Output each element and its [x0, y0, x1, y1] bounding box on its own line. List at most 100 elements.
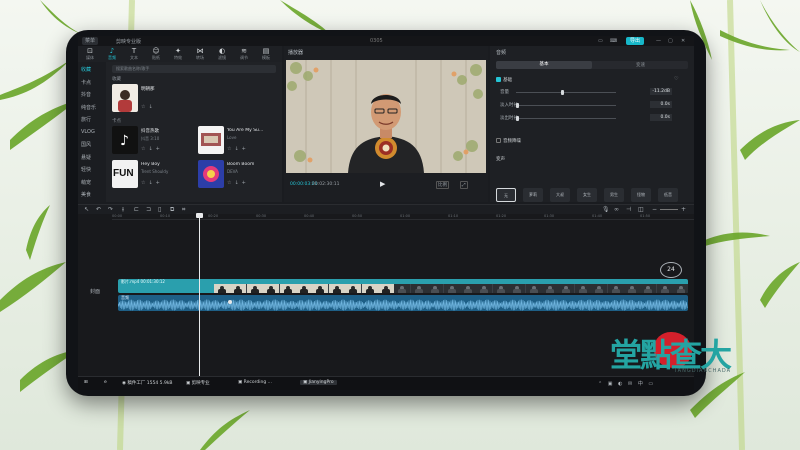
mic-icon[interactable]: 🎙	[602, 206, 610, 213]
voice-effect[interactable]: 男生	[604, 188, 624, 202]
minimize-icon[interactable]: —	[656, 38, 661, 44]
clip-frame	[525, 284, 542, 293]
delete-icon[interactable]: ▯	[158, 206, 161, 213]
tab-filter[interactable]: ◐ 滤镜	[214, 47, 230, 61]
search-input[interactable]: 搜索歌曲名称/歌手	[112, 65, 276, 73]
sidebar-item[interactable]: 卡点	[81, 79, 91, 86]
card-actions[interactable]: ☆↓+	[227, 146, 249, 152]
video-clip[interactable]: 影片.mp4 00:01:30:12	[118, 279, 688, 293]
start-taskbar-item[interactable]: ⊞	[84, 380, 88, 385]
sidebar-item[interactable]: 旅行	[81, 116, 91, 123]
tab-transition[interactable]: ⋈ 转场	[192, 47, 208, 61]
music-subtitle: 抖音 3:10	[141, 136, 160, 141]
split-left-icon[interactable]: ⊏	[134, 206, 139, 213]
param-slider[interactable]	[516, 92, 616, 93]
sidebar-item[interactable]: 国风	[81, 141, 91, 148]
video-preview[interactable]	[286, 60, 486, 173]
voice-effect[interactable]: 低音	[658, 188, 678, 202]
keyframe-marker[interactable]	[228, 300, 232, 304]
music-library: 搜索歌曲名称/歌手 收藏 明朝那 ☆↓ 卡点 ♪ 抖音热歌 抖音 3:10 ☆↓…	[106, 62, 282, 202]
checkbox-icon	[496, 138, 501, 143]
sidebar-item[interactable]: 抖音	[81, 91, 91, 98]
tab-basic[interactable]: 基本	[496, 61, 592, 69]
sidebar-item[interactable]: 悬疑	[81, 154, 91, 161]
capcut-taskbar-item[interactable]: ▣ 剪映专业	[186, 380, 210, 386]
clip-frame	[378, 284, 394, 293]
slider-knob[interactable]	[516, 115, 519, 121]
cover-label[interactable]: 封面	[90, 288, 100, 295]
tab-label: 转场	[196, 55, 204, 60]
play-icon[interactable]: ▶	[380, 180, 385, 188]
card-actions[interactable]: ☆↓	[141, 104, 156, 110]
card-actions[interactable]: ☆↓+	[141, 180, 163, 186]
zoom-slider[interactable]	[660, 209, 678, 210]
close-icon[interactable]: ✕	[681, 38, 685, 44]
tiktok-icon: ♪	[112, 126, 138, 154]
sidebar-item[interactable]: 轻快	[81, 166, 91, 173]
audio-clip[interactable]: 音频	[118, 295, 688, 311]
param-slider[interactable]	[516, 105, 616, 106]
param-slider[interactable]	[516, 118, 616, 119]
link-icon[interactable]: ∞	[614, 206, 619, 213]
preview-axis-icon[interactable]: ◫	[638, 206, 644, 213]
ruler-tick: 00:10	[160, 214, 171, 218]
denoise-toggle[interactable]: 音频降噪	[496, 138, 521, 144]
recording-taskbar-item[interactable]: ▣ Recording ...	[238, 380, 272, 385]
folder-taskbar-item[interactable]: ◉ 稿件工厂 1554 5.9kB	[122, 380, 173, 386]
tab-sticker[interactable]: ☺ 贴纸	[148, 47, 164, 61]
feature-toolbar: ⊡ 媒体 ♪ 音频 T 文本 ☺ 贴纸 ✦ 特效 ⋈ 转场 ◐ 滤镜 ≋ 调节 ▤ 模板	[78, 46, 282, 62]
tab-speed[interactable]: 变速	[636, 62, 645, 68]
music-subtitle: Love	[227, 135, 237, 140]
split-icon[interactable]: ⫲	[122, 206, 124, 214]
param-value[interactable]: 0.0s	[650, 114, 672, 121]
zoom-in-icon[interactable]: +	[681, 206, 686, 213]
menu-button[interactable]: 菜单	[82, 37, 99, 45]
edge-taskbar-item[interactable]: e	[104, 380, 107, 385]
voice-effect[interactable]: 萝莉	[523, 188, 543, 202]
sidebar-item[interactable]: 萌宠	[81, 179, 91, 186]
select-icon[interactable]: ↖	[84, 206, 89, 213]
playhead[interactable]	[196, 213, 204, 376]
ratio-button[interactable]: 比例	[436, 181, 449, 189]
playhead-handle[interactable]	[196, 213, 204, 218]
slider-knob[interactable]	[516, 102, 519, 108]
tab-template[interactable]: ▤ 模板	[258, 47, 274, 61]
sidebar-item[interactable]: 收藏	[81, 66, 91, 73]
freeze-icon[interactable]: ⧉	[170, 206, 174, 214]
param-value[interactable]: -11.2dB	[650, 88, 672, 95]
card-actions[interactable]: ☆↓+	[227, 180, 249, 186]
reset-icon[interactable]: ♡	[674, 76, 678, 82]
shortcut-icon[interactable]: ⌨	[610, 38, 617, 44]
undo-icon[interactable]: ↶	[96, 206, 101, 213]
redo-icon[interactable]: ↷	[108, 206, 113, 213]
voice-effect[interactable]: 女生	[577, 188, 597, 202]
clip-frame	[558, 284, 575, 293]
tab-effects[interactable]: ✦ 特效	[170, 47, 186, 61]
param-value[interactable]: 0.0s	[650, 101, 672, 108]
crop-icon[interactable]: ⌗	[182, 206, 185, 214]
voice-effect[interactable]: 大叔	[550, 188, 570, 202]
sidebar-item[interactable]: VLOG	[81, 129, 95, 135]
export-button[interactable]: 导出	[626, 37, 645, 45]
ruler-tick: 01:40	[592, 214, 603, 218]
voice-effect[interactable]: 怪物	[631, 188, 651, 202]
layout-icon[interactable]: ▭	[598, 38, 603, 44]
maximize-icon[interactable]: ▢	[668, 38, 673, 44]
snap-icon[interactable]: ⊣	[626, 206, 631, 213]
voice-effect-none[interactable]: 无	[496, 188, 516, 202]
jianying-pro-taskbar-item[interactable]: ▣ JianyingPro	[300, 380, 337, 385]
app-screen: 菜单 剪映专业版 0305 ▭ ⌨ 导出 — ▢ ✕ ⊡ 媒体 ♪ 音频 T 文本 ☺ 贴纸 ✦…	[78, 36, 694, 390]
tab-audio[interactable]: ♪ 音频	[104, 47, 120, 61]
zoom-out-icon[interactable]: −	[652, 206, 657, 213]
fullscreen-icon[interactable]: ⤢	[460, 181, 468, 189]
card-actions[interactable]: ☆↓+	[141, 146, 163, 152]
basic-section-toggle[interactable]: 基础	[496, 77, 512, 83]
sidebar-item[interactable]: 美食	[81, 191, 91, 198]
tab-text[interactable]: T 文本	[126, 47, 142, 61]
sidebar-item[interactable]: 纯音乐	[81, 104, 96, 111]
tab-media[interactable]: ⊡ 媒体	[82, 47, 98, 61]
slider-knob[interactable]	[561, 89, 564, 95]
tab-adjust[interactable]: ≋ 调节	[236, 47, 252, 61]
split-right-icon[interactable]: ⊐	[146, 206, 151, 213]
timeline[interactable]: 00:00 00:10 00:20 00:30 00:40 00:50 01:00 01:10…	[78, 213, 694, 376]
